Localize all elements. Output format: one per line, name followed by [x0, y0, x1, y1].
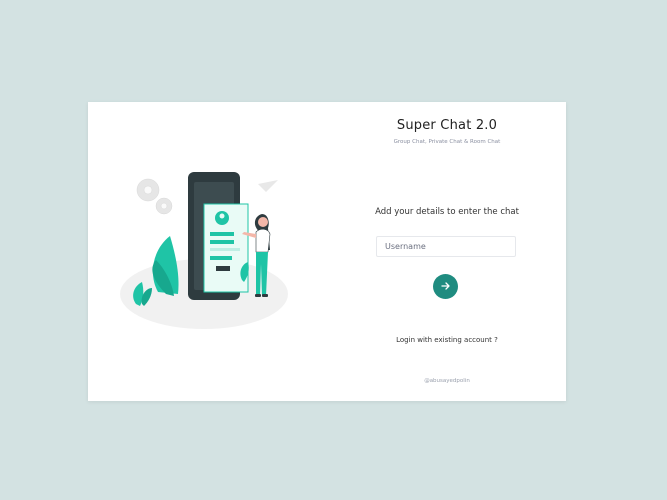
app-title: Super Chat 2.0: [396, 118, 498, 133]
phone-illustration: [118, 164, 298, 334]
login-existing-account-link[interactable]: Login with existing account ?: [348, 336, 546, 344]
username-input[interactable]: [376, 236, 516, 257]
author-credit: @abusayedpolin: [424, 378, 470, 384]
form-prompt: Add your details to enter the chat: [375, 207, 519, 217]
arrow-right-icon: [440, 279, 451, 294]
enter-chat-button[interactable]: [433, 274, 458, 299]
login-form-panel: Super Chat 2.0 Group Chat, Private Chat …: [348, 102, 546, 401]
app-subtitle: Group Chat, Private Chat & Room Chat: [393, 139, 501, 145]
login-card: Super Chat 2.0 Group Chat, Private Chat …: [88, 102, 566, 401]
